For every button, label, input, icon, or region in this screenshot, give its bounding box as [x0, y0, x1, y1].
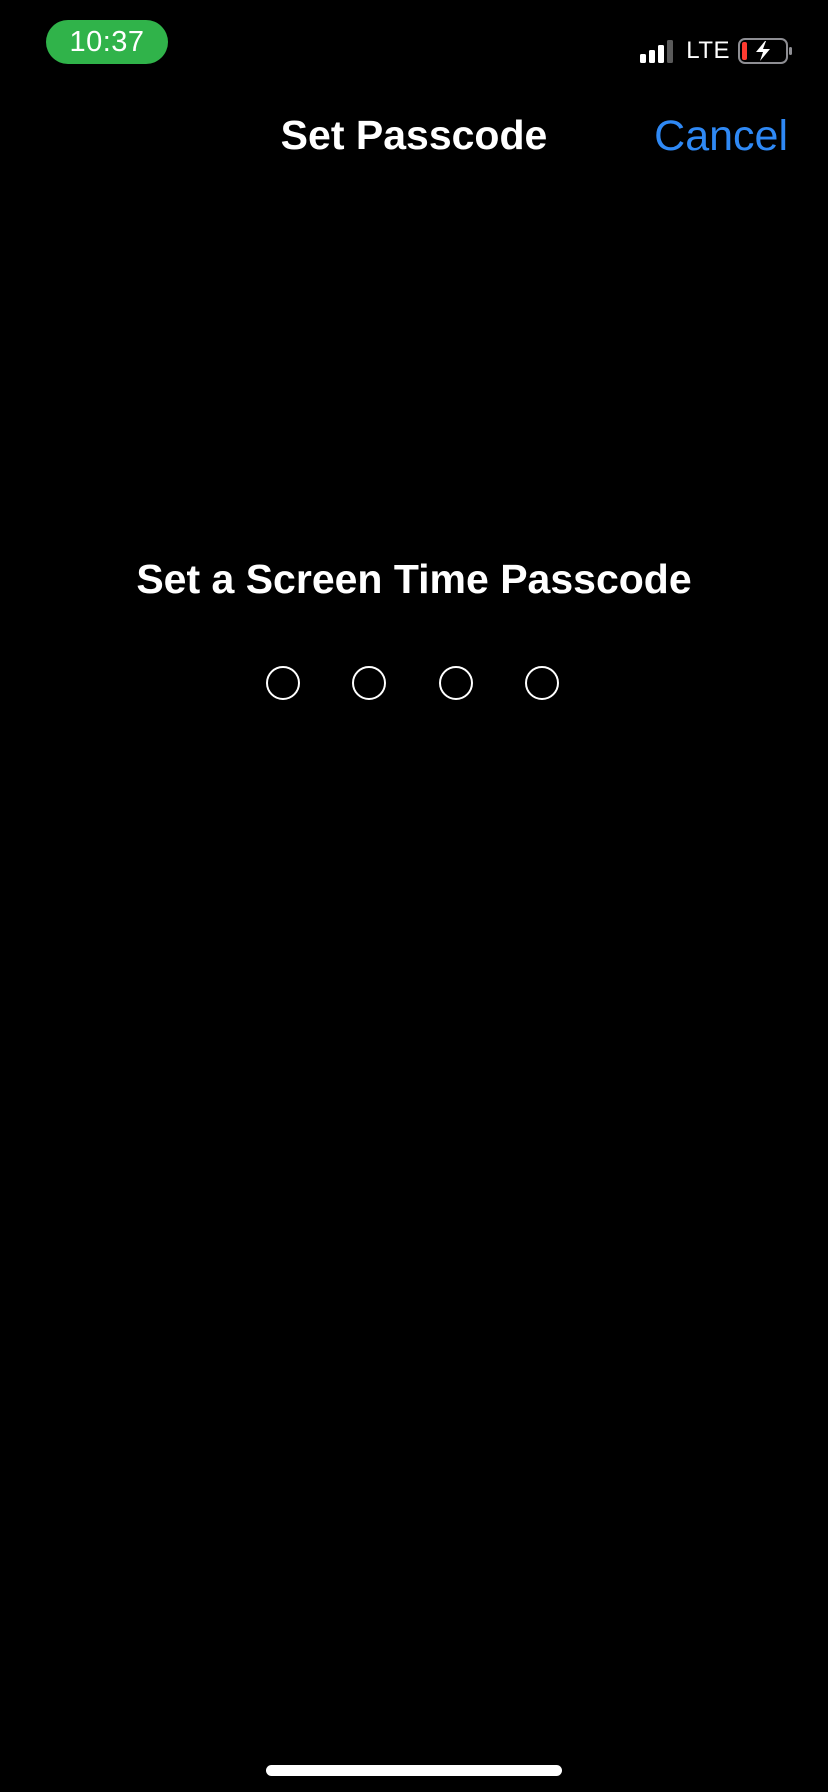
passcode-dot-4: [525, 666, 559, 700]
status-time: 10:37: [46, 20, 168, 64]
home-indicator[interactable]: [266, 1765, 562, 1776]
status-bar: 10:37 LTE: [0, 0, 828, 90]
cancel-button[interactable]: Cancel: [654, 112, 788, 161]
passcode-entry-dots[interactable]: [0, 666, 828, 706]
passcode-dot-1: [266, 666, 300, 700]
navigation-bar: Set Passcode Cancel: [0, 100, 828, 176]
battery-charging-icon: [738, 38, 792, 64]
status-indicators: LTE: [640, 36, 794, 66]
passcode-prompt: Set a Screen Time Passcode: [136, 556, 692, 602]
signal-icon: [640, 39, 676, 63]
passcode-dot-3: [439, 666, 473, 700]
passcode-dot-2: [352, 666, 386, 700]
network-type-label: LTE: [686, 37, 730, 64]
